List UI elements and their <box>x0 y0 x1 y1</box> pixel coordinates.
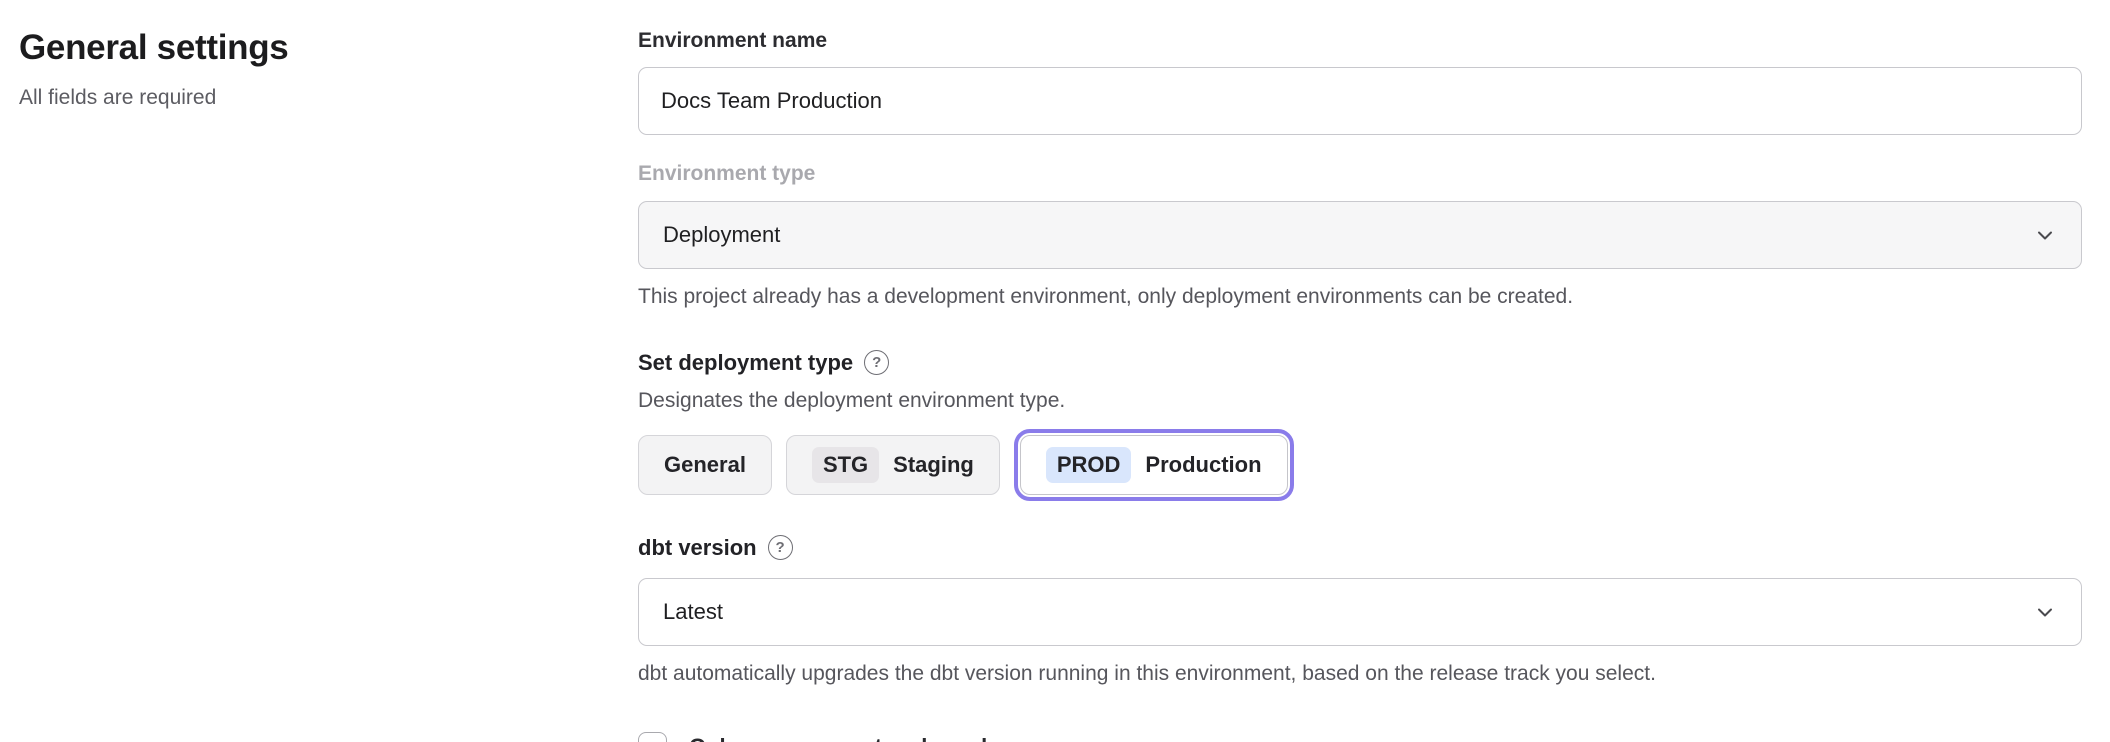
environment-type-helper: This project already has a development e… <box>638 283 2082 310</box>
environment-type-label: Environment type <box>638 161 2082 187</box>
dbt-version-heading-text: dbt version <box>638 535 757 561</box>
chevron-down-icon <box>2033 223 2057 247</box>
chevron-down-icon <box>2033 600 2057 624</box>
settings-header: General settings All fields are required <box>19 26 638 742</box>
deployment-type-production-button[interactable]: PROD Production <box>1020 435 1288 495</box>
page-title: General settings <box>19 28 638 68</box>
settings-form: Environment name Environment type Deploy… <box>638 26 2082 742</box>
environment-type-select: Deployment <box>638 201 2082 269</box>
deployment-type-general-button[interactable]: General <box>638 435 772 495</box>
help-icon[interactable]: ? <box>768 535 793 560</box>
deployment-type-heading: Set deployment type ? <box>638 350 2082 376</box>
deployment-type-general-label: General <box>664 452 746 478</box>
dbt-version-helper: dbt automatically upgrades the dbt versi… <box>638 660 2082 687</box>
help-icon[interactable]: ? <box>864 350 889 375</box>
deployment-type-production-label: Production <box>1145 452 1261 478</box>
deployment-type-heading-text: Set deployment type <box>638 350 853 376</box>
deployment-type-options: General STG Staging PROD Production <box>638 435 2082 495</box>
page-subtitle: All fields are required <box>19 84 638 111</box>
deployment-type-production-badge: PROD <box>1046 447 1132 483</box>
custom-branch-row: Only run on a custom branch <box>638 732 2082 742</box>
deployment-type-staging-badge: STG <box>812 447 879 483</box>
dbt-version-value: Latest <box>663 599 723 625</box>
deployment-type-staging-label: Staging <box>893 452 974 478</box>
custom-branch-label: Only run on a custom branch <box>689 734 995 742</box>
deployment-type-staging-button[interactable]: STG Staging <box>786 435 1000 495</box>
dbt-version-heading: dbt version ? <box>638 535 2082 561</box>
environment-name-input[interactable] <box>638 67 2082 135</box>
dbt-version-select[interactable]: Latest <box>638 578 2082 646</box>
general-settings-page: General settings All fields are required… <box>0 0 2110 742</box>
environment-type-value: Deployment <box>663 222 780 248</box>
deployment-type-description: Designates the deployment environment ty… <box>638 389 2082 413</box>
custom-branch-checkbox[interactable] <box>638 732 667 742</box>
environment-name-label: Environment name <box>638 28 2082 54</box>
